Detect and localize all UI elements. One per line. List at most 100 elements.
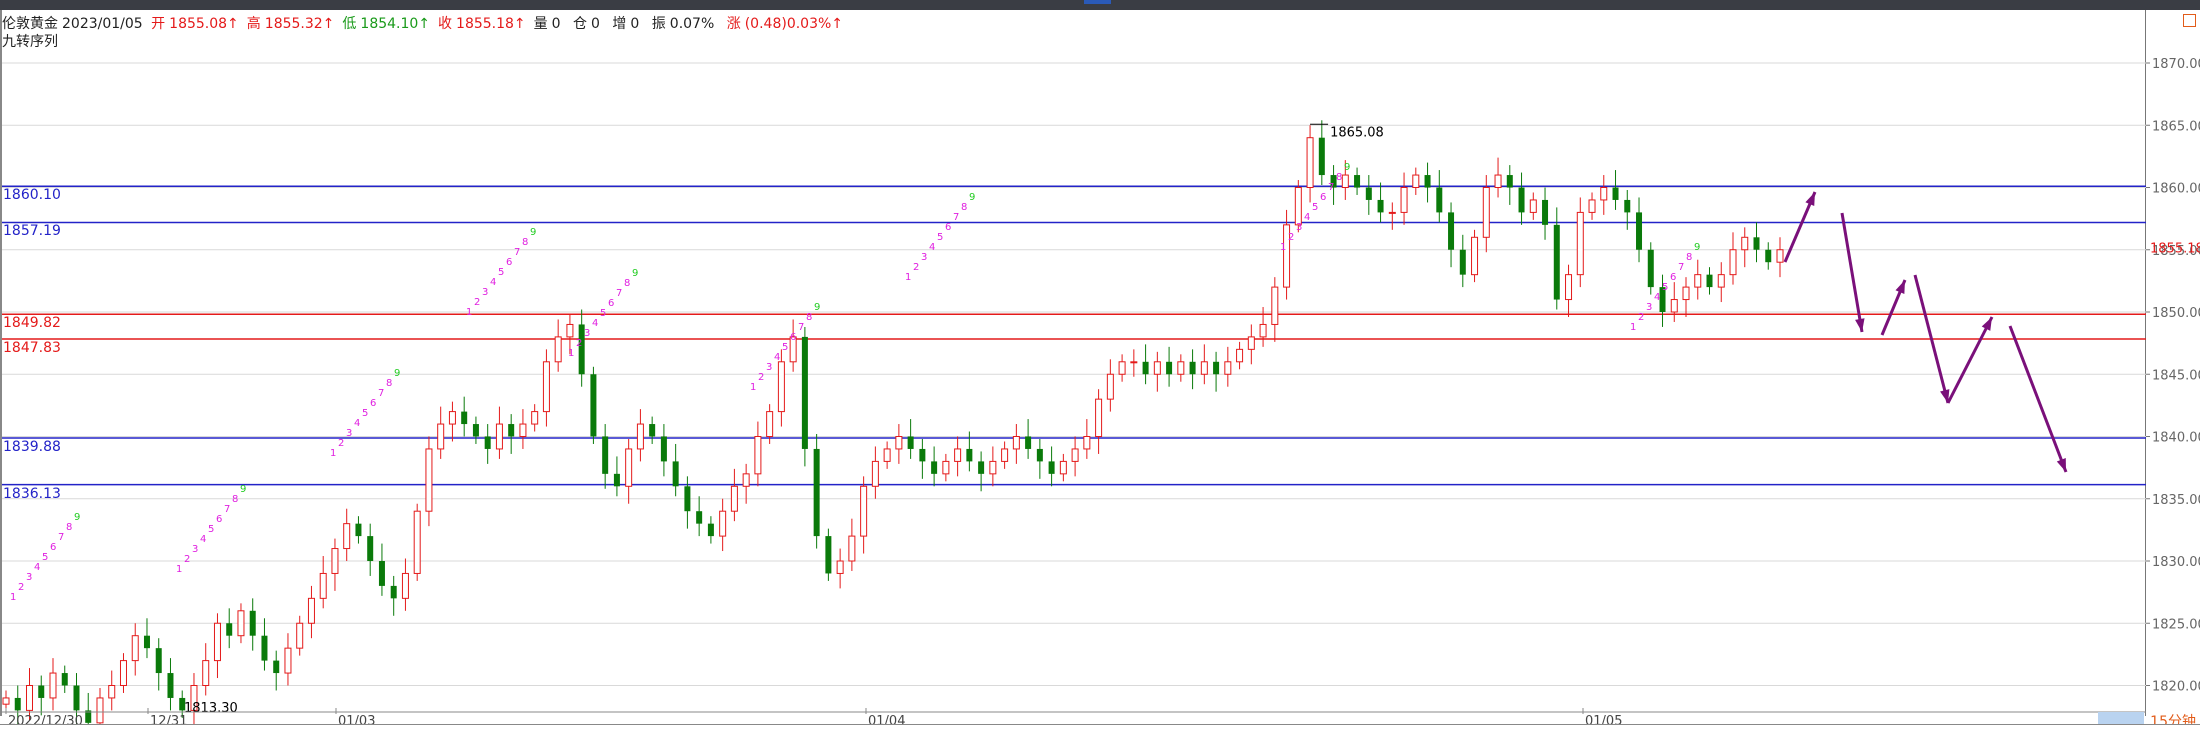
candle-body [155,648,162,674]
y-tick-label: 1845.00 [2152,368,2200,383]
candle-body [508,424,515,437]
td-count: 8 [386,378,392,389]
candle-body [1424,175,1431,188]
td-count: 4 [592,318,598,329]
candle-body [1388,211,1396,214]
candle-body [38,685,45,698]
td-count: 6 [50,542,56,553]
candle-body [1001,448,1009,462]
td-count: 8 [522,237,528,248]
candle-body [1694,274,1702,288]
candle-body [273,660,280,674]
td-count: 7 [1328,182,1334,193]
candle-body [96,697,104,724]
candle-body [742,473,750,487]
candle-body [989,460,997,475]
volume-label: 量 [533,16,548,32]
td-count: 9 [1694,242,1700,253]
td-count: 5 [1662,282,1668,293]
candle-body [919,448,926,462]
y-tick-label: 1840.00 [2152,431,2200,446]
td-count: 3 [766,362,772,373]
td-count: 9 [394,368,400,379]
y-tick-label: 1850.00 [2152,306,2200,321]
td-count: 7 [224,504,230,515]
candle-body [672,461,679,487]
td-count: 8 [66,522,72,533]
candle-body [1765,249,1772,263]
candle-body [777,361,785,413]
candle-body [413,510,421,574]
low-marker-label: 1813.30 [184,701,238,716]
td-count: 3 [1296,222,1302,233]
td-count: 9 [632,268,638,279]
td-count: 5 [600,308,606,319]
candle-body [1436,187,1443,213]
candle-body [131,635,139,662]
candle-body [1247,336,1255,350]
td-count: 6 [608,298,614,309]
candle-body [1130,361,1138,364]
td-count: 5 [362,408,368,419]
y-tick-label: 1830.00 [2152,555,2200,570]
y-tick-label: 1820.00 [2152,680,2200,695]
low-label: 低 [342,16,357,32]
candle-body [331,548,339,574]
td-count: 2 [758,372,764,383]
td-count: 2 [184,554,190,565]
td-count: 2 [1638,312,1644,323]
candle-body [25,685,33,711]
td-count: 8 [961,202,967,213]
y-tick-label: 1860.00 [2152,182,2200,197]
candle-body [1636,212,1643,250]
candle-body [1106,373,1114,400]
forecast-arrow [2008,325,2068,473]
corner-box[interactable] [2183,14,2196,27]
oi-value: 0 [591,16,600,32]
candle-body [883,448,891,462]
td-count: 7 [1678,262,1684,273]
td-count: 4 [774,352,780,363]
td-count: 2 [474,297,480,308]
candle-body [625,448,633,487]
td-count: 5 [498,267,504,278]
candle-body [1741,236,1749,251]
candle-body [401,572,409,599]
td-count: 6 [790,332,796,343]
candle-body [319,572,327,599]
candle-body [49,672,57,699]
candle-body [871,460,879,487]
td-count: 3 [1646,302,1652,313]
candle-body [1213,361,1220,375]
candle-body [566,323,574,338]
td-count: 3 [26,572,32,583]
candle-body [1354,175,1361,188]
chg-label: 涨 [726,16,741,32]
candle-body [1459,249,1466,275]
candle-body [2,697,10,705]
oi-label: 仓 [573,16,588,32]
td-count: 7 [378,388,384,399]
td-count: 8 [806,312,812,323]
candle-body [1776,249,1784,263]
candle-body [766,411,774,438]
candle-body [1412,174,1420,189]
candle-body [836,560,844,574]
amp-label: 振 [651,16,666,32]
high-marker-label: 1865.08 [1330,125,1384,140]
candle-body [355,523,362,537]
candle-body [542,361,550,413]
candle-body [554,336,562,363]
td-count: 2 [913,262,919,273]
candle-body [284,647,292,674]
td-count: 2 [18,582,24,593]
candle-body [61,673,68,686]
candle-body [73,685,80,711]
candlestick-chart[interactable]: 1870.001865.001860.001855.001850.001845.… [0,0,2200,736]
candle-body [1153,361,1161,375]
close-label: 收 [438,16,453,32]
candle-body [1083,436,1091,450]
candle-body [1177,361,1185,375]
candle-body [660,436,667,462]
candle-body [684,486,691,512]
